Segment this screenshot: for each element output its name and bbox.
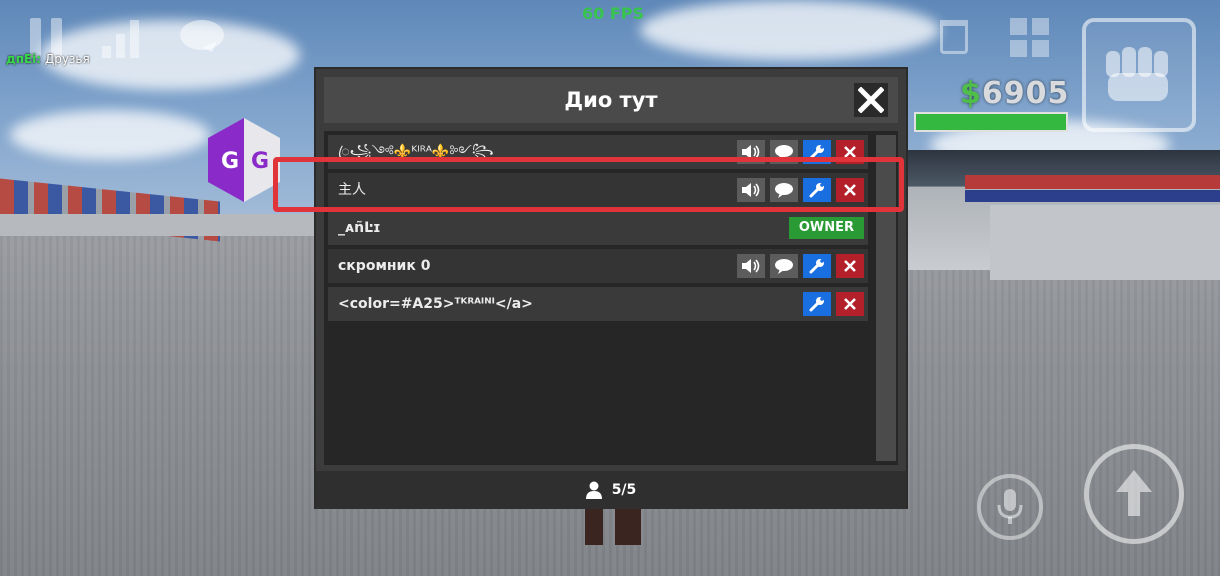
building-stripe-red [965, 175, 1220, 189]
money-value: 6905 [981, 76, 1070, 111]
money-symbol: $ [960, 76, 982, 111]
wrench-icon [809, 297, 824, 312]
health-bar [914, 112, 1068, 132]
player-name: <color=#A25>ᵀᴷᴿᴬᴵᴺᴵ</a> [338, 296, 533, 312]
admin-button[interactable] [803, 292, 831, 316]
mute-button[interactable] [737, 254, 765, 278]
player-name: _ᴀñĿɪ [338, 220, 381, 236]
svg-text:G: G [251, 149, 269, 174]
highlight-annotation [273, 157, 904, 212]
player-count: 5/5 [611, 482, 637, 498]
health-fill [916, 114, 1066, 130]
chat-bubble-icon[interactable] [180, 20, 224, 50]
fist-icon [1106, 47, 1168, 101]
player-list-panel: Дио тут ꦿ꧁༺⚜️ᴷᴵᴿᴬ⚜️༻꧂ 主人 _ᴀñĿɪ OWNER скромни… [314, 67, 908, 509]
money-display: $6905 [960, 76, 1069, 111]
close-icon [844, 298, 856, 310]
close-icon [858, 87, 884, 113]
kick-button[interactable] [836, 254, 864, 278]
player-actions [737, 254, 864, 278]
jump-button[interactable] [1084, 444, 1184, 544]
player-row[interactable]: <color=#A25>ᵀᴷᴿᴬᴵᴺᴵ</a> [328, 287, 868, 321]
mic-icon [997, 489, 1023, 524]
arrow-up-icon [1116, 470, 1152, 516]
player-name: скромник 0 [338, 258, 431, 274]
speaker-icon [742, 259, 760, 273]
user-icon [585, 481, 602, 499]
kick-button[interactable] [836, 292, 864, 316]
panel-title: Дио тут [564, 88, 658, 112]
panel-header: Дио тут [324, 77, 898, 123]
fps-counter: 60 FPS [582, 4, 645, 23]
player-actions [803, 292, 864, 316]
player-row[interactable]: скромник 0 [328, 249, 868, 283]
player-character [585, 505, 641, 545]
chat-icon [775, 259, 793, 274]
building-wall [990, 205, 1220, 280]
stadium-base [0, 214, 320, 236]
signal-icon [102, 18, 142, 58]
close-icon [844, 260, 856, 272]
owner-badge: OWNER [788, 217, 864, 239]
svg-text:G: G [221, 149, 239, 174]
friends-tag: дпЕі: [6, 52, 42, 66]
mic-button[interactable] [977, 474, 1043, 540]
close-button[interactable] [854, 83, 888, 117]
building-stripe-blue [965, 190, 1220, 202]
trash-icon[interactable] [940, 20, 968, 54]
grid-icon[interactable] [1010, 18, 1050, 58]
player-row[interactable]: _ᴀñĿɪ OWNER [328, 211, 868, 245]
punch-button[interactable] [1082, 18, 1196, 132]
friends-label[interactable]: дпЕі: Друзья [6, 52, 90, 66]
friends-text: Друзья [44, 52, 90, 66]
gameguardian-logo[interactable]: G G [208, 118, 280, 202]
admin-button[interactable] [803, 254, 831, 278]
wrench-icon [809, 259, 824, 274]
chat-button[interactable] [770, 254, 798, 278]
panel-footer: 5/5 [316, 471, 906, 509]
